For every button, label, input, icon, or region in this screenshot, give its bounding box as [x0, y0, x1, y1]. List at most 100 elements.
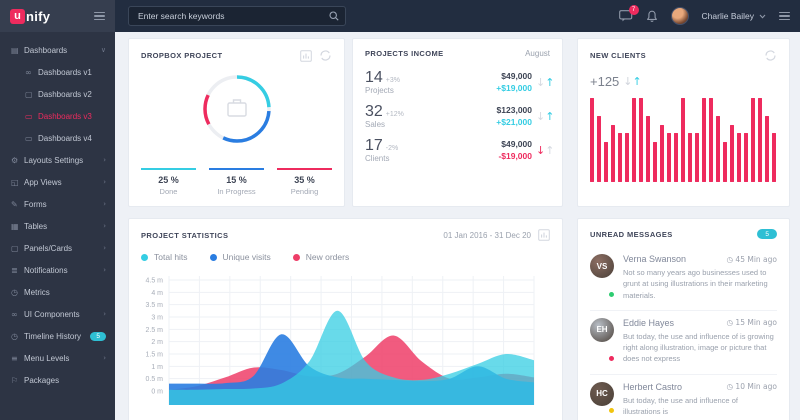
search-box	[128, 6, 346, 26]
sidebar-item-dashboards-v1[interactable]: ∞Dashboards v1	[0, 61, 115, 83]
sidebar-item-menu-levels[interactable]: ≡Menu Levels›	[0, 347, 115, 369]
metric-delta: +3%	[386, 77, 400, 84]
y-tick-label: 0.5 m	[145, 376, 163, 383]
sidebar-item-metrics[interactable]: ◷Metrics	[0, 281, 115, 303]
metric-change: -$19,000	[498, 151, 532, 161]
message-item-herbert-castro[interactable]: HCHerbert Castro◷ 10 Min agoBut today, t…	[590, 375, 777, 420]
notifications-button[interactable]	[646, 10, 658, 23]
message-time: ◷ 45 Min ago	[726, 255, 777, 264]
sidebar-item-panels-cards[interactable]: ▢Panels/Cards›	[0, 237, 115, 259]
legend-item-total-hits[interactable]: Total hits	[141, 252, 188, 262]
bar-1	[597, 116, 601, 182]
message-text: But today, the use and influence of is g…	[623, 331, 777, 365]
message-item-eddie-hayes[interactable]: EHEddie Hayes◷ 15 Min agoBut today, the …	[590, 311, 777, 375]
metric-amount: $49,000	[498, 139, 532, 149]
sidebar-item-app-views[interactable]: ◱App Views›	[0, 171, 115, 193]
metric-delta: +12%	[386, 111, 404, 118]
refresh-icon[interactable]	[319, 49, 332, 62]
chevron-down-icon: ∨	[101, 46, 106, 54]
y-tick-label: 2.5 m	[145, 327, 163, 334]
new-clients-bar-chart	[590, 98, 777, 182]
legend-dot-icon	[210, 254, 217, 261]
chart-legend: Total hits Unique visits New orders	[141, 252, 550, 262]
sidebar-item-label: App Views	[24, 178, 103, 187]
legend-item-new-orders[interactable]: New orders	[293, 252, 349, 262]
sidebar-item-dashboards[interactable]: ▤Dashboards∨	[0, 39, 115, 61]
bar-12	[674, 133, 678, 182]
message-text: But today, the use and influence of illu…	[623, 395, 777, 418]
sidebar: u nify ▤Dashboards∨∞Dashboards v1▢Dashbo…	[0, 0, 115, 420]
clock-icon: ◷	[726, 318, 733, 327]
sidebar-toggle-icon[interactable]	[94, 12, 105, 21]
sidebar-item-tables[interactable]: ▦Tables›	[0, 215, 115, 237]
bar-0	[590, 98, 594, 182]
clock-icon: ◷	[726, 255, 733, 264]
briefcase-icon	[228, 100, 246, 116]
sidebar-item-dashboards-v2[interactable]: ▢Dashboards v2	[0, 83, 115, 105]
sender-name: Herbert Castro	[623, 382, 682, 392]
metric-label: Sales	[365, 120, 496, 129]
sidebar-item-label: Menu Levels	[24, 354, 103, 363]
bar-16	[702, 98, 706, 182]
logo-text: nify	[26, 9, 50, 24]
sidebar-item-notifications[interactable]: ≣Notifications›	[0, 259, 115, 281]
area-chart-svg: 4.5 m4 m3.5 m3 m2.5 m2 m1.5 m1 m0.5 m0 m	[129, 270, 540, 405]
sidebar-item-timeline-history[interactable]: ◷Timeline History5	[0, 325, 115, 347]
metric-delta: -2%	[386, 145, 398, 152]
gear-icon: ⚙	[11, 156, 24, 165]
metric-value: 17	[365, 137, 383, 154]
search-icon[interactable]	[329, 11, 339, 21]
user-menu[interactable]: Charlie Bailey	[702, 11, 766, 21]
dropbox-stats-row: 25 %Done15 %In Progress35 %Pending	[141, 168, 332, 196]
refresh-icon[interactable]	[764, 49, 777, 62]
card-title: DROPBOX PROJECT	[141, 51, 222, 60]
dropbox-donut-chart	[129, 69, 344, 149]
search-input[interactable]	[128, 6, 346, 26]
menu-levels-icon: ≡	[11, 354, 24, 363]
bar-6	[632, 98, 636, 182]
sidebar-item-dashboards-v3[interactable]: ▭Dashboards v3	[0, 105, 115, 127]
sidebar-item-label: Dashboards v2	[38, 90, 106, 99]
y-tick-label: 1 m	[151, 364, 163, 371]
topbar: 7 Charlie Bailey	[115, 0, 800, 32]
stat-label: Done	[141, 187, 196, 196]
message-item-verna-swanson[interactable]: VSVerna Swanson◷ 45 Min agoNot so many y…	[590, 247, 777, 311]
bar-3	[611, 125, 615, 182]
legend-item-unique-visits[interactable]: Unique visits	[210, 252, 271, 262]
sidebar-item-forms[interactable]: ✎Forms›	[0, 193, 115, 215]
legend-label: Total hits	[154, 252, 188, 262]
date-range-picker[interactable]: 01 Jan 2016 - 31 Dec 20	[443, 231, 531, 240]
app-views-icon: ◱	[11, 178, 24, 187]
dropbox-stat-done: 25 %Done	[141, 168, 196, 196]
chart-box-icon[interactable]	[538, 229, 550, 241]
bar-26	[772, 133, 776, 182]
sidebar-item-layouts-settings[interactable]: ⚙Layouts Settings›	[0, 149, 115, 171]
y-tick-label: 4.5 m	[145, 278, 163, 285]
bar-18	[716, 116, 720, 182]
chat-button[interactable]: 7	[619, 10, 633, 22]
user-avatar[interactable]	[671, 7, 689, 25]
bell-icon	[646, 10, 658, 23]
bar-4	[618, 133, 622, 182]
chevron-down-icon	[759, 14, 766, 19]
sidebar-item-label: Timeline History	[24, 332, 90, 341]
status-dot	[608, 291, 615, 298]
metric-change: +$19,000	[496, 83, 532, 93]
sidebar-item-label: UI Components	[24, 310, 103, 319]
chart-box-icon[interactable]	[300, 50, 312, 62]
donut-chart-svg	[197, 69, 277, 149]
sidebar-item-ui-components[interactable]: ∞UI Components›	[0, 303, 115, 325]
sidebar-item-label: Dashboards v4	[38, 134, 106, 143]
message-time: ◷ 15 Min ago	[726, 318, 777, 327]
chevron-right-icon: ›	[103, 156, 106, 164]
unread-count-badge: 5	[757, 229, 777, 239]
trend-arrows-icon: ↓↑	[536, 76, 550, 89]
topbar-menu-icon[interactable]	[779, 12, 790, 21]
sidebar-item-dashboards-v4[interactable]: ▭Dashboards v4	[0, 127, 115, 149]
metric-label: Projects	[365, 86, 496, 95]
message-time: ◷ 10 Min ago	[726, 382, 777, 391]
sidebar-item-packages[interactable]: ⚐Packages	[0, 369, 115, 391]
sidebar-item-label: Dashboards v1	[38, 68, 106, 77]
app-logo[interactable]: u nify	[10, 9, 50, 24]
sidebar-item-label: Packages	[24, 376, 106, 385]
